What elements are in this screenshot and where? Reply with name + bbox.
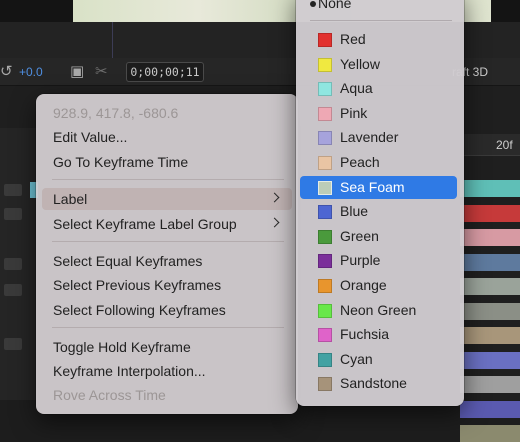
color-swatch-icon <box>318 328 332 343</box>
label-option-text: Red <box>340 31 366 47</box>
label-option-text: Fuchsia <box>340 326 390 343</box>
label-option-sea-foam[interactable]: Sea Foam <box>300 175 457 199</box>
color-swatch-icon <box>318 377 332 392</box>
submenu-arrow-icon <box>269 217 280 228</box>
color-swatch-icon <box>318 106 332 121</box>
label-item[interactable]: Label <box>42 188 292 210</box>
layer-switch[interactable] <box>4 284 22 296</box>
color-swatch-icon <box>318 279 332 293</box>
keyframe-coordinates: 928.9, 417.8, -680.6 <box>53 105 179 121</box>
label-option-blue[interactable]: Blue <box>300 200 457 223</box>
label-option-text: Peach <box>340 154 380 170</box>
label-option-text: Orange <box>340 277 387 293</box>
label-option-yellow[interactable]: Yellow <box>300 53 457 76</box>
label-option-text: Purple <box>340 252 381 269</box>
label-option-text: Lavender <box>340 129 399 146</box>
label-option-pink[interactable]: Pink <box>300 102 457 125</box>
submenu-arrow-icon <box>269 192 280 203</box>
layer-switch[interactable] <box>4 338 22 350</box>
layer-switch[interactable] <box>4 208 22 220</box>
layer-bar[interactable] <box>460 204 520 222</box>
label-option-text: Green <box>340 227 379 244</box>
layer-bar[interactable] <box>460 278 520 295</box>
label-option-orange[interactable]: Orange <box>300 274 457 297</box>
label-item-text: Label <box>53 191 88 207</box>
label-option-text: Neon Green <box>340 301 417 318</box>
layer-switch[interactable] <box>4 184 22 196</box>
select-previous-keyframes-item[interactable]: Select Previous Keyframes <box>42 274 292 296</box>
label-option-lavender[interactable]: Lavender <box>300 126 457 149</box>
label-option-red[interactable]: Red <box>300 28 457 51</box>
color-swatch-icon <box>318 254 332 269</box>
keyframe-context-menu: 928.9, 417.8, -680.6 Edit Value... Go To… <box>36 94 298 414</box>
layer-bar[interactable] <box>460 351 520 369</box>
color-swatch-icon <box>318 33 332 47</box>
exposure-value[interactable]: +0.0 <box>19 58 43 86</box>
layer-bar[interactable] <box>460 376 520 393</box>
select-following-keyframes-item[interactable]: Select Following Keyframes <box>42 299 292 321</box>
toggle-hold-keyframe-item[interactable]: Toggle Hold Keyframe <box>42 336 292 358</box>
label-option-cyan[interactable]: Cyan <box>300 348 457 371</box>
camera-snapshot-icon[interactable]: ▣ <box>70 58 84 86</box>
color-swatch-icon <box>318 303 332 318</box>
layer-bar[interactable] <box>460 302 520 320</box>
color-swatch-icon <box>318 57 332 72</box>
label-option-fuchsia[interactable]: Fuchsia <box>300 323 457 346</box>
checkmark-dot-icon <box>310 1 316 7</box>
select-equal-keyframes-item[interactable]: Select Equal Keyframes <box>42 250 292 272</box>
rove-across-time-item: Rove Across Time <box>53 387 166 403</box>
label-option-sandstone[interactable]: Sandstone <box>300 372 457 395</box>
edit-value-item[interactable]: Edit Value... <box>42 126 292 148</box>
color-swatch-icon <box>318 352 332 367</box>
label-option-purple[interactable]: Purple <box>300 249 457 272</box>
label-none-item[interactable]: None <box>300 0 457 15</box>
label-none-text: None <box>318 0 352 11</box>
layer-switch[interactable] <box>4 258 22 270</box>
select-keyframe-label-group-item[interactable]: Select Keyframe Label Group <box>42 213 292 235</box>
color-swatch-icon <box>318 180 332 195</box>
color-swatch-icon <box>318 156 332 170</box>
label-option-neon-green[interactable]: Neon Green <box>300 299 457 322</box>
label-option-peach[interactable]: Peach <box>300 151 457 174</box>
layer-bar[interactable] <box>460 180 520 197</box>
layer-bar[interactable] <box>460 253 520 271</box>
color-swatch-icon <box>318 131 332 146</box>
layer-bar[interactable] <box>460 327 520 344</box>
select-keyframe-label-group-text: Select Keyframe Label Group <box>53 216 237 232</box>
show-snapshot-icon[interactable]: ✂ <box>95 58 108 86</box>
exposure-reset-icon[interactable]: ↺ <box>0 58 13 86</box>
color-swatch-icon <box>318 205 332 220</box>
layer-switch-column <box>0 128 38 400</box>
menu-separator <box>52 327 284 328</box>
layer-bar[interactable] <box>460 400 520 418</box>
keyframe-interpolation-item[interactable]: Keyframe Interpolation... <box>42 360 292 382</box>
color-swatch-icon <box>318 82 332 97</box>
label-option-text: Aqua <box>340 80 373 97</box>
layer-bar[interactable] <box>460 229 520 246</box>
label-option-text: Sea Foam <box>340 178 405 195</box>
layer-bar[interactable] <box>460 425 520 442</box>
time-ruler-label: 20f <box>496 138 513 152</box>
go-to-keyframe-time-item[interactable]: Go To Keyframe Time <box>42 151 292 173</box>
current-time-field[interactable]: 0;00;00;11 <box>126 62 204 82</box>
label-option-text: Pink <box>340 104 368 121</box>
label-option-text: Cyan <box>340 350 373 367</box>
header-marker-line <box>112 22 113 58</box>
label-option-green[interactable]: Green <box>300 225 457 248</box>
label-option-text: Sandstone <box>340 375 407 392</box>
menu-separator <box>52 179 284 180</box>
label-option-aqua[interactable]: Aqua <box>300 77 457 100</box>
label-color-submenu: None Red Yellow Aqua Pink Lavender Peach Sea F… <box>296 0 464 406</box>
color-swatch-icon <box>318 229 332 244</box>
submenu-separator <box>310 20 452 21</box>
label-option-text: Blue <box>340 203 369 220</box>
menu-separator <box>52 241 284 242</box>
label-option-text: Yellow <box>340 55 380 72</box>
